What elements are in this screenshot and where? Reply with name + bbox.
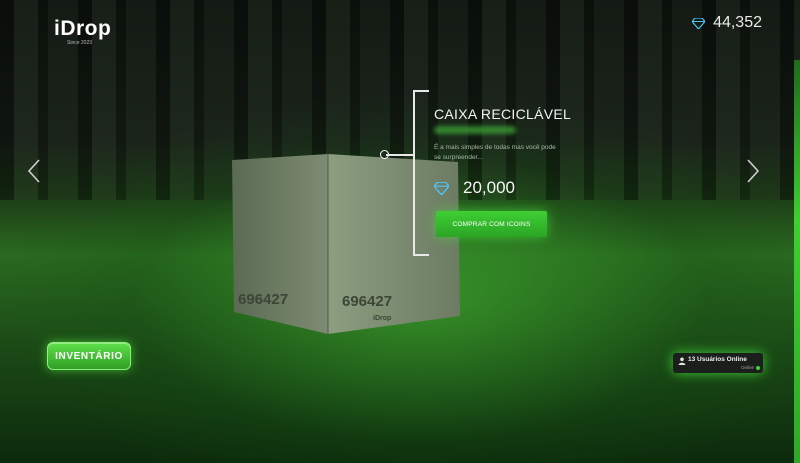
box-brand-mark: iDrop xyxy=(373,315,391,322)
user-icon xyxy=(678,357,686,365)
cardboard-box: 696427 696427 iDrop xyxy=(232,154,460,334)
box-code-right: 696427 xyxy=(342,293,392,310)
online-users-label: 13 Usuários Online xyxy=(688,356,747,363)
diamond-icon xyxy=(692,17,706,29)
inventory-button[interactable]: INVENTÁRIO xyxy=(47,342,131,370)
logo-tagline: Since 2023 xyxy=(67,40,93,46)
price-value: 20,000 xyxy=(463,178,515,197)
info-bracket xyxy=(413,90,429,256)
chevron-right-icon[interactable] xyxy=(745,158,761,184)
box-code-left: 696427 xyxy=(238,291,288,308)
logo[interactable]: iDrop Since 2023 xyxy=(54,17,112,47)
scrollbar[interactable] xyxy=(794,60,800,463)
case-subtitle-blurred xyxy=(434,126,516,134)
online-users-widget[interactable]: 13 Usuários Online Online xyxy=(673,353,763,373)
case-title: CAIXA RECICLÁVEL xyxy=(434,106,572,122)
case-description: É a mais simples de todas mas você pode … xyxy=(434,144,556,161)
logo-text: iDrop xyxy=(54,17,112,40)
diamond-icon xyxy=(434,181,449,195)
balance: 44,352 xyxy=(692,14,762,32)
buy-with-icoins-button[interactable]: COMPRAR COM ICOINS xyxy=(436,211,547,237)
balance-value: 44,352 xyxy=(713,14,762,31)
chevron-left-icon[interactable] xyxy=(26,158,42,184)
online-status: Online xyxy=(740,365,754,370)
connector-line xyxy=(386,154,413,156)
online-status-dot xyxy=(756,366,760,370)
case-price: 20,000 xyxy=(434,178,515,198)
